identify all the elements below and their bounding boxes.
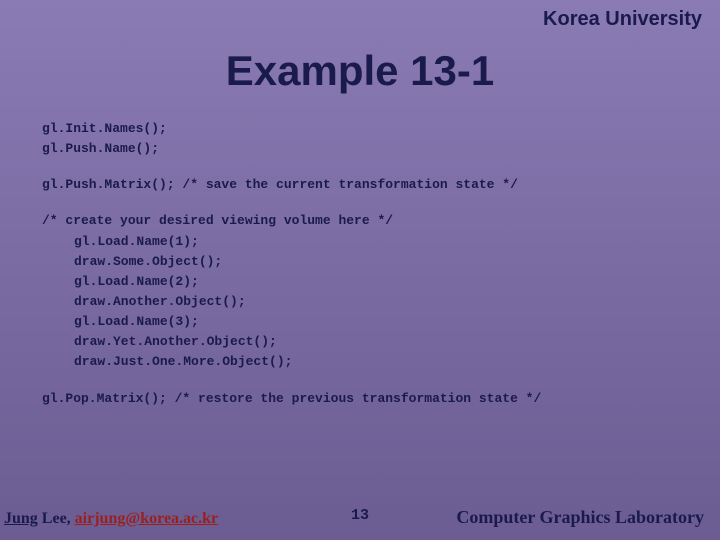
code-line: draw.Some.Object(); bbox=[42, 252, 720, 272]
author-name: Jung bbox=[4, 510, 38, 527]
slide-title: Example 13-1 bbox=[0, 47, 720, 95]
author-credit: Jung Lee, airjung@korea.ac.kr bbox=[4, 510, 218, 528]
institution-header: Korea University bbox=[0, 0, 720, 31]
code-line: gl.Push.Matrix(); /* save the current tr… bbox=[42, 175, 720, 195]
code-line: gl.Load.Name(3); bbox=[42, 312, 720, 332]
lab-name: Computer Graphics Laboratory bbox=[456, 507, 704, 528]
page-number: 13 bbox=[351, 507, 369, 524]
code-line: /* create your desired viewing volume he… bbox=[42, 211, 720, 231]
code-line: draw.Yet.Another.Object(); bbox=[42, 332, 720, 352]
author-rest: Lee, bbox=[38, 510, 75, 527]
code-line: gl.Load.Name(2); bbox=[42, 272, 720, 292]
code-line: gl.Pop.Matrix(); /* restore the previous… bbox=[42, 389, 720, 409]
code-line: gl.Push.Name(); bbox=[42, 139, 720, 159]
code-block: gl.Init.Names(); gl.Push.Name(); gl.Push… bbox=[0, 119, 720, 409]
code-line: draw.Just.One.More.Object(); bbox=[42, 352, 720, 372]
author-email-link[interactable]: airjung@korea.ac.kr bbox=[75, 510, 218, 527]
code-line: gl.Init.Names(); bbox=[42, 119, 720, 139]
code-line: draw.Another.Object(); bbox=[42, 292, 720, 312]
code-line: gl.Load.Name(1); bbox=[42, 232, 720, 252]
footer: Jung Lee, airjung@korea.ac.kr 13 Compute… bbox=[0, 507, 720, 532]
